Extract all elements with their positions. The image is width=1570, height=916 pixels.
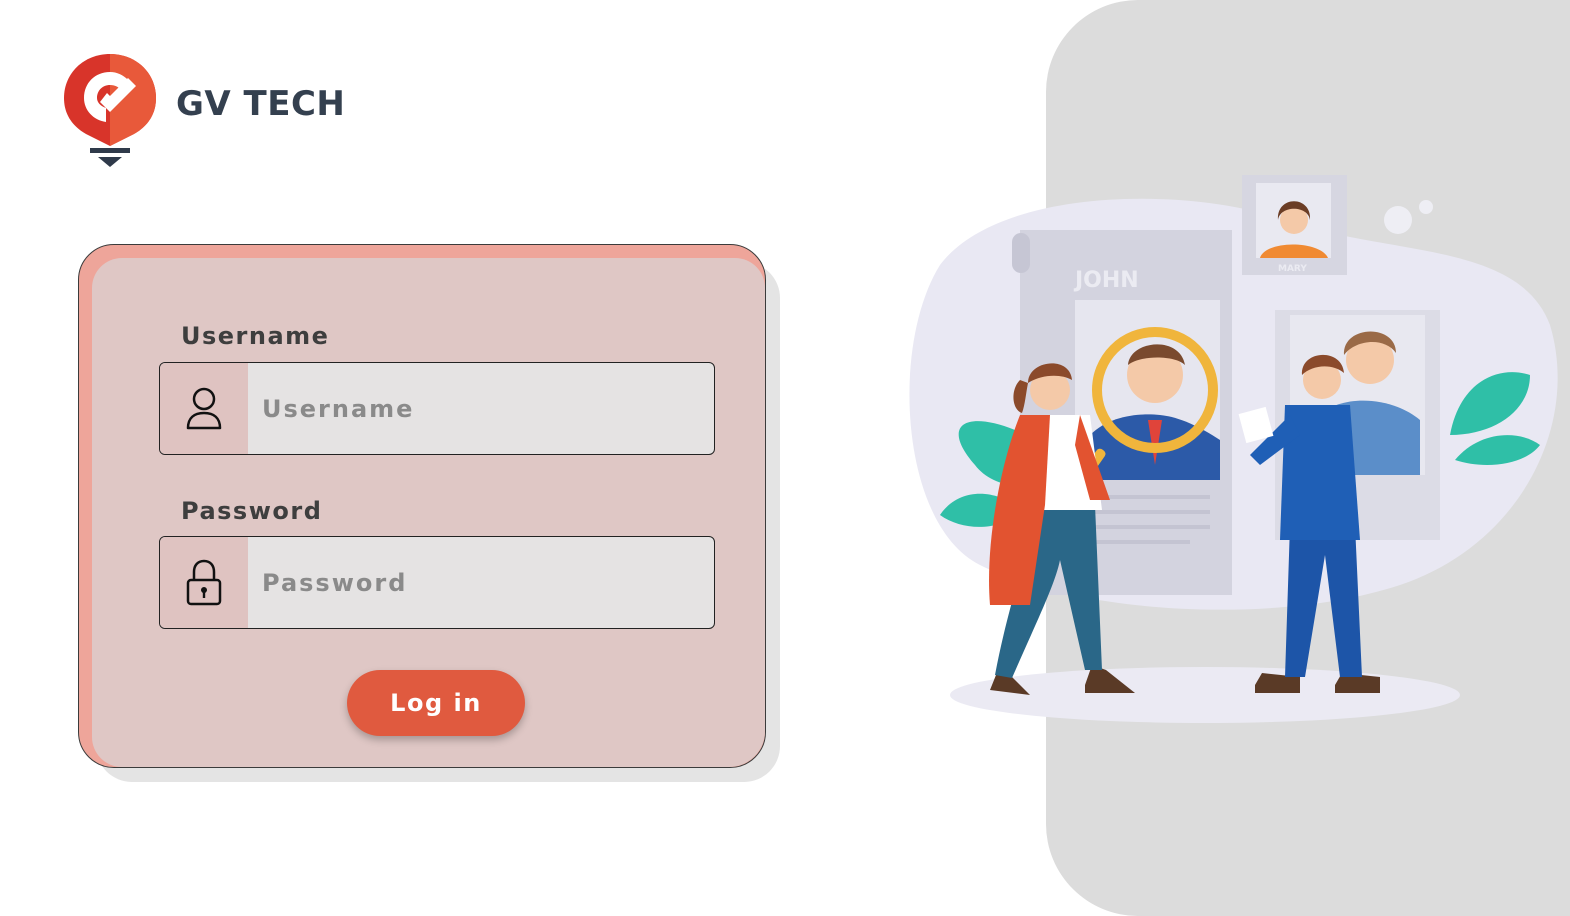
password-icon-box (160, 537, 248, 628)
brand-name: GV TECH (176, 84, 346, 124)
password-input[interactable] (248, 537, 714, 628)
username-icon-box (160, 363, 248, 454)
username-input[interactable] (248, 363, 714, 454)
lock-icon (186, 559, 222, 605)
bubble-icon (1384, 206, 1412, 234)
username-field-wrapper (159, 362, 715, 455)
user-icon (186, 387, 222, 429)
login-button[interactable]: Log in (347, 670, 525, 736)
password-label: Password (181, 497, 323, 525)
username-label: Username (181, 322, 330, 350)
resume-name-john: JOHN (1073, 268, 1139, 293)
ground-shadow (950, 667, 1460, 723)
location-pin-check-icon (64, 54, 156, 167)
password-field-wrapper (159, 536, 715, 629)
bubble-icon (1419, 200, 1433, 214)
brand-logo: GV TECH (60, 50, 345, 170)
recruitment-illustration: JOHN MARY (909, 175, 1558, 723)
resume-name-mary: MARY (1278, 264, 1307, 274)
